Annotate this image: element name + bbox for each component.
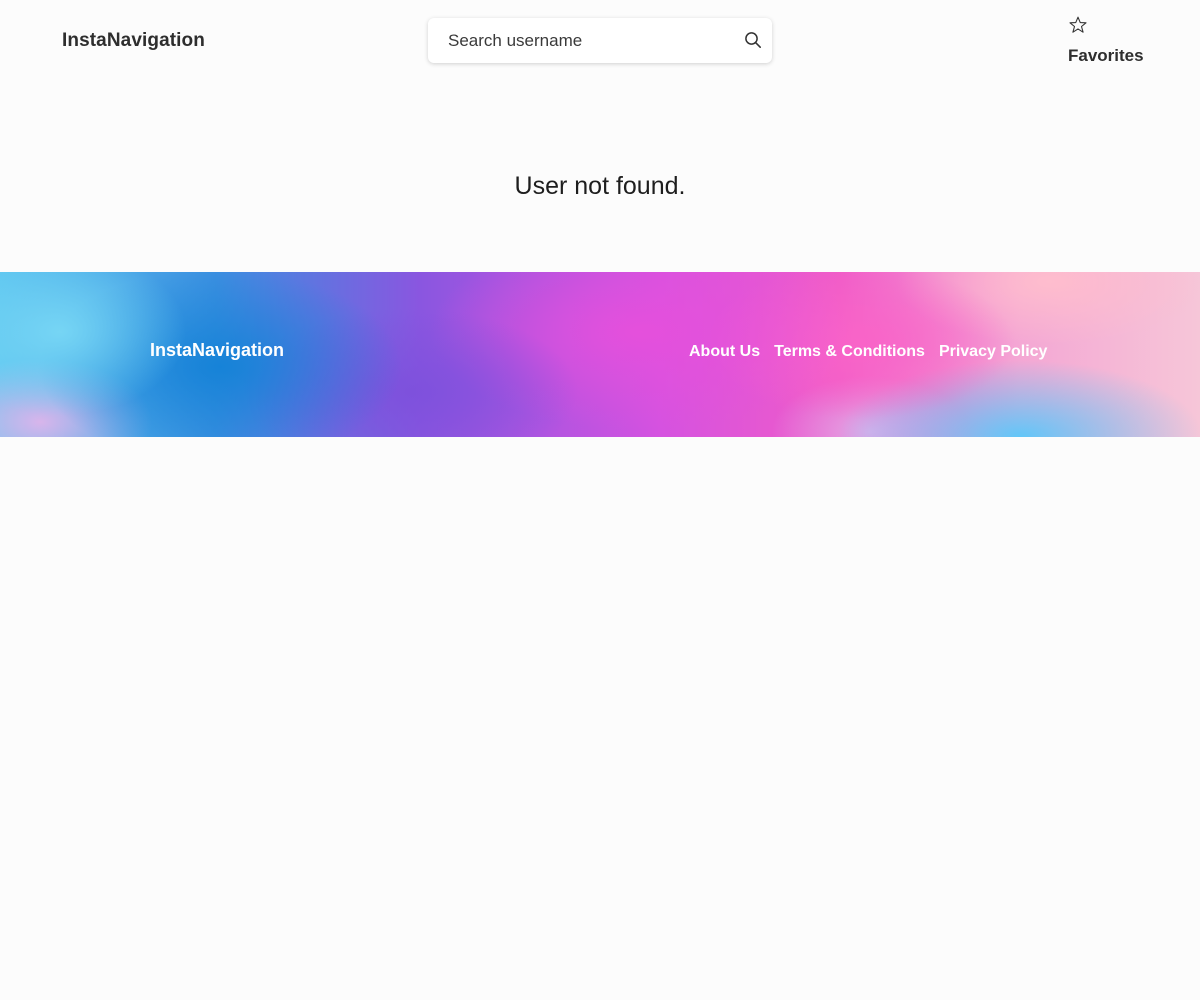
footer-link-privacy-policy[interactable]: Privacy Policy [939,343,1048,361]
footer: InstaNavigation About Us Terms & Conditi… [0,272,1200,437]
star-outline-icon [1069,16,1087,33]
favorites-link[interactable]: Favorites [1068,14,1148,70]
footer-logo[interactable]: InstaNavigation [150,340,284,361]
header: InstaNavigation Favorites [0,0,1200,82]
search-bar [428,18,772,63]
footer-link-terms[interactable]: Terms & Conditions [774,343,925,361]
page: InstaNavigation Favorites User not found… [0,0,1200,1000]
not-found-message: User not found. [514,172,686,200]
search-input[interactable] [428,18,738,63]
footer-nav: About Us Terms & Conditions Privacy Poli… [689,343,1047,361]
search-icon [745,32,762,49]
header-logo[interactable]: InstaNavigation [62,30,205,52]
search-button[interactable] [742,29,764,51]
favorites-label: Favorites [1068,46,1144,65]
footer-link-about-us[interactable]: About Us [689,343,760,361]
